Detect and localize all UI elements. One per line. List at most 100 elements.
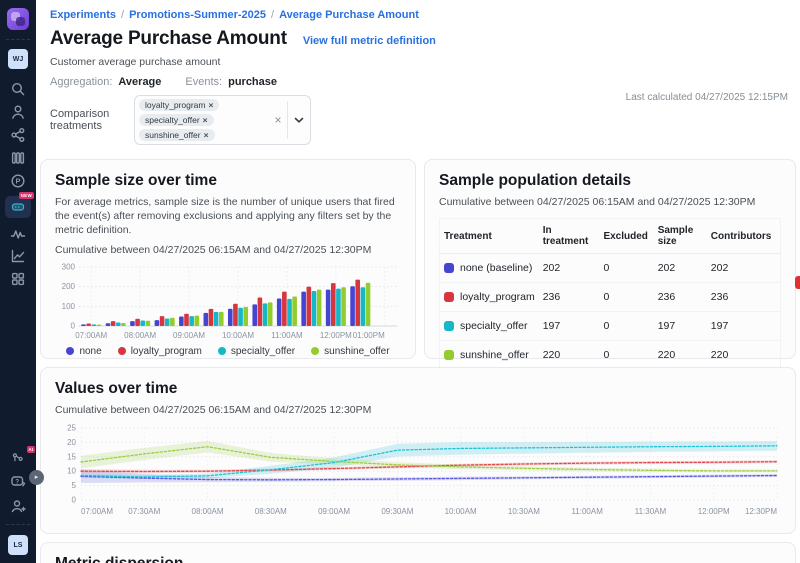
treatment-chips: loyalty_program×specialty_offer×sunshine… xyxy=(135,96,269,144)
table-cell: 0 xyxy=(599,283,653,312)
breadcrumb-item[interactable]: Average Purchase Amount xyxy=(279,9,419,21)
columns-icon[interactable] xyxy=(7,150,29,166)
population-table-head: TreatmentIn treatmentExcludedSample size… xyxy=(440,219,781,254)
svg-text:07:00AM: 07:00AM xyxy=(81,507,113,516)
svg-text:08:00AM: 08:00AM xyxy=(192,507,224,516)
workspace-badge[interactable]: WJ xyxy=(8,49,28,69)
new-badge: NEW xyxy=(19,192,34,199)
population-table-body: none (baseline)2020202202loyalty_program… xyxy=(440,254,781,370)
feedback-tab[interactable] xyxy=(795,276,800,289)
chart-legend: none loyalty_program specialty_offer sunshi… xyxy=(55,346,401,357)
main-content: Experiments / Promotions-Summer-2025 / Avera… xyxy=(36,0,800,563)
table-row: none (baseline)2020202202 xyxy=(440,254,781,283)
clear-x-icon[interactable]: × xyxy=(269,96,287,144)
treatment-chip-label: specialty_offer xyxy=(145,115,200,125)
chip-remove-icon[interactable]: × xyxy=(208,100,213,110)
legend-item[interactable]: sunshine_offer xyxy=(311,346,389,357)
svg-text:10:00AM: 10:00AM xyxy=(222,331,254,340)
chip-remove-icon[interactable]: × xyxy=(204,130,209,140)
activity-icon[interactable] xyxy=(7,225,29,241)
treatment-chip[interactable]: loyalty_program× xyxy=(139,99,219,111)
svg-text:5: 5 xyxy=(72,481,77,490)
sidebar: WJ P NEW xyxy=(0,0,36,563)
card-title: Values over time xyxy=(55,380,781,398)
table-cell: 220 xyxy=(654,341,707,370)
card-title: Sample size over time xyxy=(55,172,401,190)
svg-text:100: 100 xyxy=(62,301,76,310)
card-title: Metric dispersion xyxy=(55,555,781,563)
breadcrumb-separator: / xyxy=(121,9,124,21)
treatment-name: sunshine_offer xyxy=(460,349,529,361)
card-title: Sample population details xyxy=(439,172,781,190)
svg-text:09:00AM: 09:00AM xyxy=(173,331,205,340)
population-table: TreatmentIn treatmentExcludedSample size… xyxy=(439,218,781,370)
svg-text:12:00PM: 12:00PM xyxy=(698,507,730,516)
table-cell: 202 xyxy=(707,254,781,283)
table-cell: 220 xyxy=(539,341,600,370)
legend-item[interactable]: loyalty_program xyxy=(118,346,202,357)
dashboard-grid-icon[interactable] xyxy=(7,271,29,287)
invite-user-icon[interactable] xyxy=(7,498,29,514)
svg-text:P: P xyxy=(15,177,20,186)
breadcrumb-item[interactable]: Experiments xyxy=(50,9,116,21)
svg-text:07:00AM: 07:00AM xyxy=(75,331,107,340)
treatment-chip[interactable]: sunshine_offer× xyxy=(139,129,215,141)
sample-size-card: Sample size over time For average metric… xyxy=(40,159,416,359)
cards-area: Sample size over time For average metric… xyxy=(36,145,800,563)
pulse-circle-icon[interactable]: P xyxy=(7,173,29,189)
page-header: Experiments / Promotions-Summer-2025 / Avera… xyxy=(36,0,800,145)
collapse-handle-icon[interactable]: ▸ xyxy=(29,470,44,485)
experiment-icon[interactable]: NEW xyxy=(5,196,31,218)
ai-badge: AI xyxy=(27,446,36,453)
nodes-icon[interactable] xyxy=(7,127,29,143)
app-logo[interactable] xyxy=(7,8,29,30)
svg-text:10: 10 xyxy=(67,467,76,476)
sidebar-divider xyxy=(6,39,30,40)
svg-text:12:30PM: 12:30PM xyxy=(745,507,777,516)
help-chat-icon[interactable]: ? xyxy=(7,474,29,490)
sample-size-bar-chart: 010020030007:00AM08:00AM09:00AM10:00AM11… xyxy=(55,262,401,344)
svg-text:08:00AM: 08:00AM xyxy=(124,331,156,340)
svg-text:300: 300 xyxy=(62,262,76,271)
events-label: Events: xyxy=(185,76,222,88)
legend-label: loyalty_program xyxy=(131,346,202,357)
svg-text:11:00AM: 11:00AM xyxy=(571,507,603,516)
chip-remove-icon[interactable]: × xyxy=(203,115,208,125)
table-cell: 0 xyxy=(599,341,653,370)
legend-item[interactable]: none xyxy=(66,346,101,357)
metrics-chart-icon[interactable] xyxy=(7,248,29,264)
breadcrumb-item[interactable]: Promotions-Summer-2025 xyxy=(129,9,266,21)
search-icon[interactable] xyxy=(7,81,29,97)
table-cell: 197 xyxy=(707,312,781,341)
table-cell: 0 xyxy=(599,312,653,341)
svg-text:12:00PM: 12:00PM xyxy=(320,331,352,340)
aggregation-label: Aggregation: xyxy=(50,76,112,88)
treatment-name: loyalty_program xyxy=(460,291,535,303)
svg-text:08:30AM: 08:30AM xyxy=(255,507,287,516)
treatment-chip[interactable]: specialty_offer× xyxy=(139,114,214,126)
user-avatar[interactable]: LS xyxy=(8,535,28,555)
svg-text:07:30AM: 07:30AM xyxy=(128,507,160,516)
legend-item[interactable]: specialty_offer xyxy=(218,346,295,357)
table-column-header: Contributors xyxy=(707,219,781,254)
treatments-multiselect[interactable]: loyalty_program×specialty_offer×sunshine… xyxy=(134,95,311,145)
chevron-down-icon[interactable] xyxy=(288,96,310,144)
legend-dot xyxy=(218,347,226,355)
ai-assist-icon[interactable]: AI xyxy=(7,450,29,466)
app-window: WJ P NEW xyxy=(0,0,800,563)
table-cell: 236 xyxy=(539,283,600,312)
table-column-header: Excluded xyxy=(599,219,653,254)
legend-dot xyxy=(311,347,319,355)
treatment-chip-label: sunshine_offer xyxy=(145,130,201,140)
breadcrumb-separator: / xyxy=(271,9,274,21)
svg-text:09:00AM: 09:00AM xyxy=(318,507,350,516)
legend-dot xyxy=(66,347,74,355)
people-icon[interactable] xyxy=(7,104,29,120)
legend-label: specialty_offer xyxy=(231,346,295,357)
values-card: Values over time Cumulative between 04/2… xyxy=(40,367,796,534)
view-metric-definition-link[interactable]: View full metric definition xyxy=(303,35,436,47)
table-cell: 197 xyxy=(539,312,600,341)
table-cell: 0 xyxy=(599,254,653,283)
table-cell: 236 xyxy=(707,283,781,312)
table-cell: 202 xyxy=(539,254,600,283)
